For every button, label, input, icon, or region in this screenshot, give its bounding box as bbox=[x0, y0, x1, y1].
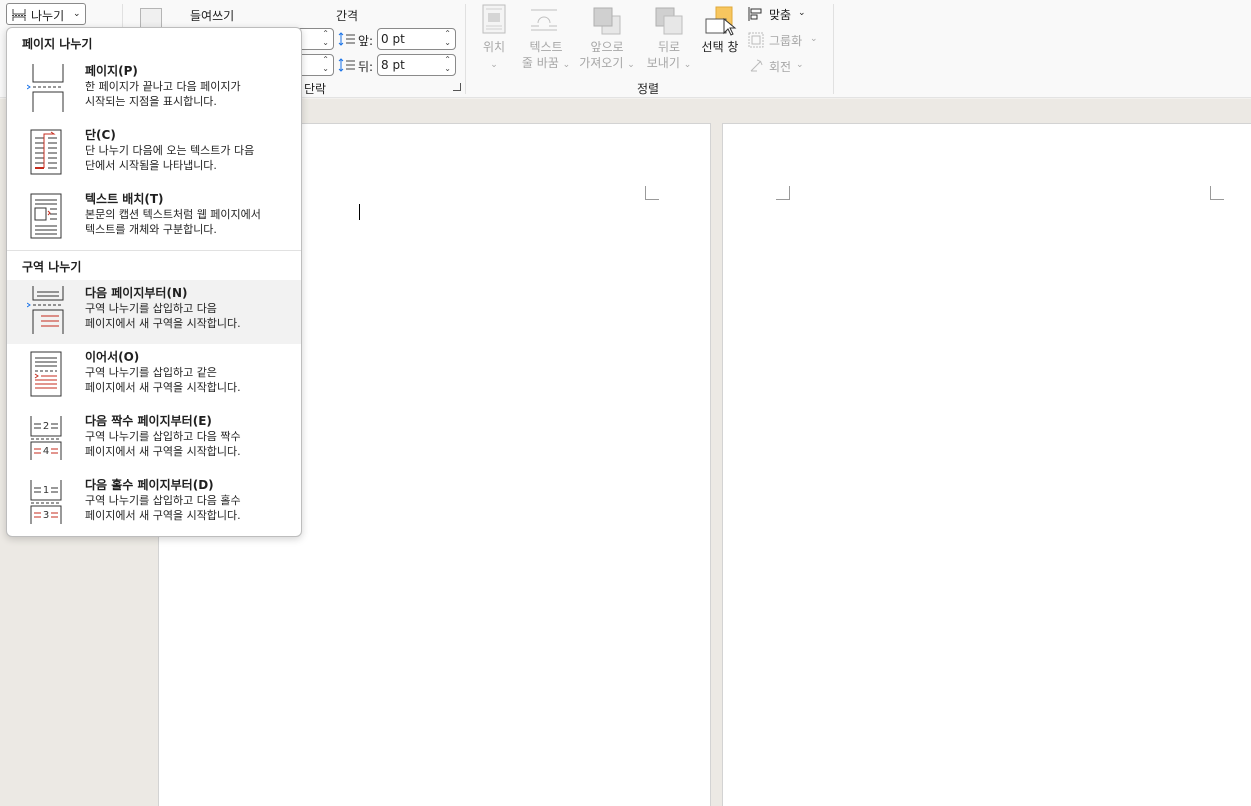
menu-item-column-break[interactable]: 단(C) 단 나누기 다음에 오는 텍스트가 다음 단에서 시작됨을 나타냅니다… bbox=[7, 122, 301, 186]
next-page-section-icon bbox=[27, 286, 64, 334]
breaks-button[interactable]: 나누기 ⌄ bbox=[6, 3, 86, 25]
spacing-after-icon bbox=[338, 58, 355, 72]
wrap-text-icon bbox=[531, 9, 557, 31]
selection-pane-icon bbox=[705, 6, 737, 36]
menu-item-title: 페이지(P) bbox=[85, 64, 138, 78]
group-label: 그룹화 bbox=[769, 34, 803, 48]
menu-item-desc: 구역 나누기를 삽입하고 다음 짝수 페이지에서 새 구역을 시작합니다. bbox=[85, 430, 241, 458]
after-label: 뒤: bbox=[358, 60, 374, 74]
menu-item-text-wrapping[interactable]: 텍스트 배치(T) 본문의 캡션 텍스트처럼 웹 페이지에서 텍스트를 개체와 … bbox=[7, 186, 301, 250]
paragraph-group-label: 단락 bbox=[304, 82, 327, 96]
menu-item-desc: 구역 나누기를 삽입하고 같은 페이지에서 새 구역을 시작합니다. bbox=[85, 366, 241, 394]
column-break-icon bbox=[30, 129, 62, 175]
menu-item-title: 다음 페이지부터(N) bbox=[85, 286, 188, 300]
menu-item-desc: 구역 나누기를 삽입하고 다음 홀수 페이지에서 새 구역을 시작합니다. bbox=[85, 494, 241, 522]
document-page-2[interactable] bbox=[722, 123, 1251, 806]
chevron-down-icon: ⌄ bbox=[798, 8, 806, 18]
menu-item-title: 텍스트 배치(T) bbox=[85, 192, 164, 206]
odd-page-section-icon: 13 bbox=[30, 480, 62, 524]
align-button[interactable]: 맞춤 ⌄ bbox=[748, 5, 808, 23]
even-page-section-icon: 24 bbox=[30, 416, 62, 460]
menu-item-desc: 단 나누기 다음에 오는 텍스트가 다음 단에서 시작됨을 나타냅니다. bbox=[85, 144, 255, 172]
continuous-section-icon bbox=[30, 351, 62, 397]
wrap-text-button[interactable]: 텍스트 줄 바꿈 ⌄ bbox=[516, 4, 572, 70]
arrange-group-label: 정렬 bbox=[637, 82, 660, 96]
chevron-down-icon: ⌄ bbox=[73, 9, 81, 19]
margin-corner-mark bbox=[1210, 186, 1224, 200]
menu-item-desc: 구역 나누기를 삽입하고 다음 페이지에서 새 구역을 시작합니다. bbox=[85, 302, 241, 330]
menu-item-continuous[interactable]: 이어서(O) 구역 나누기를 삽입하고 같은 페이지에서 새 구역을 시작합니다… bbox=[7, 344, 301, 408]
svg-text:1: 1 bbox=[43, 485, 49, 496]
menu-item-page-break[interactable]: 페이지(P) 한 페이지가 끝나고 다음 페이지가 시작되는 지점을 표시합니다… bbox=[7, 58, 301, 122]
group-button[interactable]: 그룹화 ⌄ bbox=[748, 31, 818, 49]
spacing-after-value: 8 pt bbox=[381, 58, 405, 72]
bring-forward-icon bbox=[593, 7, 621, 35]
rotate-icon bbox=[750, 59, 763, 72]
menu-item-desc: 본문의 캡션 텍스트처럼 웹 페이지에서 텍스트를 개체와 구분합니다. bbox=[85, 208, 261, 236]
text-wrapping-icon bbox=[30, 193, 62, 239]
spacing-before-icon bbox=[338, 32, 355, 46]
group-icon bbox=[748, 32, 764, 48]
menu-item-next-page[interactable]: 다음 페이지부터(N) 구역 나누기를 삽입하고 다음 페이지에서 새 구역을 … bbox=[7, 280, 301, 344]
send-backward-icon bbox=[655, 7, 683, 35]
breaks-icon bbox=[12, 9, 26, 21]
selection-pane-button[interactable]: 선택 창 bbox=[698, 4, 742, 54]
page-breaks-header: 페이지 나누기 bbox=[22, 37, 93, 51]
menu-item-title: 다음 짝수 페이지부터(E) bbox=[85, 414, 212, 428]
section-breaks-header: 구역 나누기 bbox=[22, 260, 82, 274]
margin-corner-mark bbox=[776, 186, 790, 200]
chevron-down-icon: ⌄ bbox=[810, 34, 818, 44]
position-button[interactable]: 위치 ⌄ bbox=[478, 4, 510, 70]
svg-text:2: 2 bbox=[43, 421, 49, 432]
align-label: 맞춤 bbox=[769, 8, 792, 22]
svg-text:4: 4 bbox=[43, 446, 49, 457]
rotate-button[interactable]: 회전 ⌄ bbox=[748, 57, 808, 75]
menu-item-odd-page[interactable]: 13 다음 홀수 페이지부터(D) 구역 나누기를 삽입하고 다음 홀수 페이지… bbox=[7, 472, 301, 536]
menu-item-title: 단(C) bbox=[85, 128, 116, 142]
breaks-dropdown-menu: 페이지 나누기 페이지(P) 한 페이지가 끝나고 다음 페이지가 시작되는 지… bbox=[6, 27, 302, 537]
breaks-label: 나누기 bbox=[31, 9, 65, 23]
wrap-text-label: 텍스트 줄 바꿈 ⌄ bbox=[521, 40, 571, 70]
send-backward-label: 뒤로 보내기 ⌄ bbox=[646, 40, 692, 70]
send-backward-button[interactable]: 뒤로 보내기 ⌄ bbox=[642, 4, 696, 70]
bring-forward-label: 앞으로 가져오기 ⌄ bbox=[579, 40, 635, 70]
menu-item-title: 이어서(O) bbox=[85, 350, 140, 364]
spacing-after-field[interactable]: 8 pt ⌃ ⌄ bbox=[377, 54, 456, 76]
dialog-launcher-icon[interactable] bbox=[453, 83, 461, 91]
bring-forward-button[interactable]: 앞으로 가져오기 ⌄ bbox=[576, 4, 638, 70]
selection-pane-label: 선택 창 bbox=[701, 40, 739, 54]
svg-text:3: 3 bbox=[43, 510, 49, 521]
before-label: 앞: bbox=[358, 34, 374, 48]
margin-corner-mark bbox=[645, 186, 659, 200]
spacing-before-value: 0 pt bbox=[381, 32, 405, 46]
chevron-down-icon: ⌄ bbox=[796, 60, 804, 70]
spacing-before-field[interactable]: 0 pt ⌃ ⌄ bbox=[377, 28, 456, 50]
position-icon bbox=[482, 4, 506, 34]
position-label: 위치 ⌄ bbox=[482, 40, 506, 70]
rotate-label: 회전 bbox=[769, 60, 792, 74]
spacing-label: 간격 bbox=[336, 9, 359, 23]
menu-item-even-page[interactable]: 24 다음 짝수 페이지부터(E) 구역 나누기를 삽입하고 다음 짝수 페이지… bbox=[7, 408, 301, 472]
menu-item-desc: 한 페이지가 끝나고 다음 페이지가 시작되는 지점을 표시합니다. bbox=[85, 80, 241, 108]
align-icon bbox=[748, 7, 762, 21]
text-cursor bbox=[359, 204, 360, 220]
page-break-icon bbox=[27, 64, 64, 112]
menu-item-title: 다음 홀수 페이지부터(D) bbox=[85, 478, 214, 492]
indent-label: 들여쓰기 bbox=[190, 9, 235, 23]
